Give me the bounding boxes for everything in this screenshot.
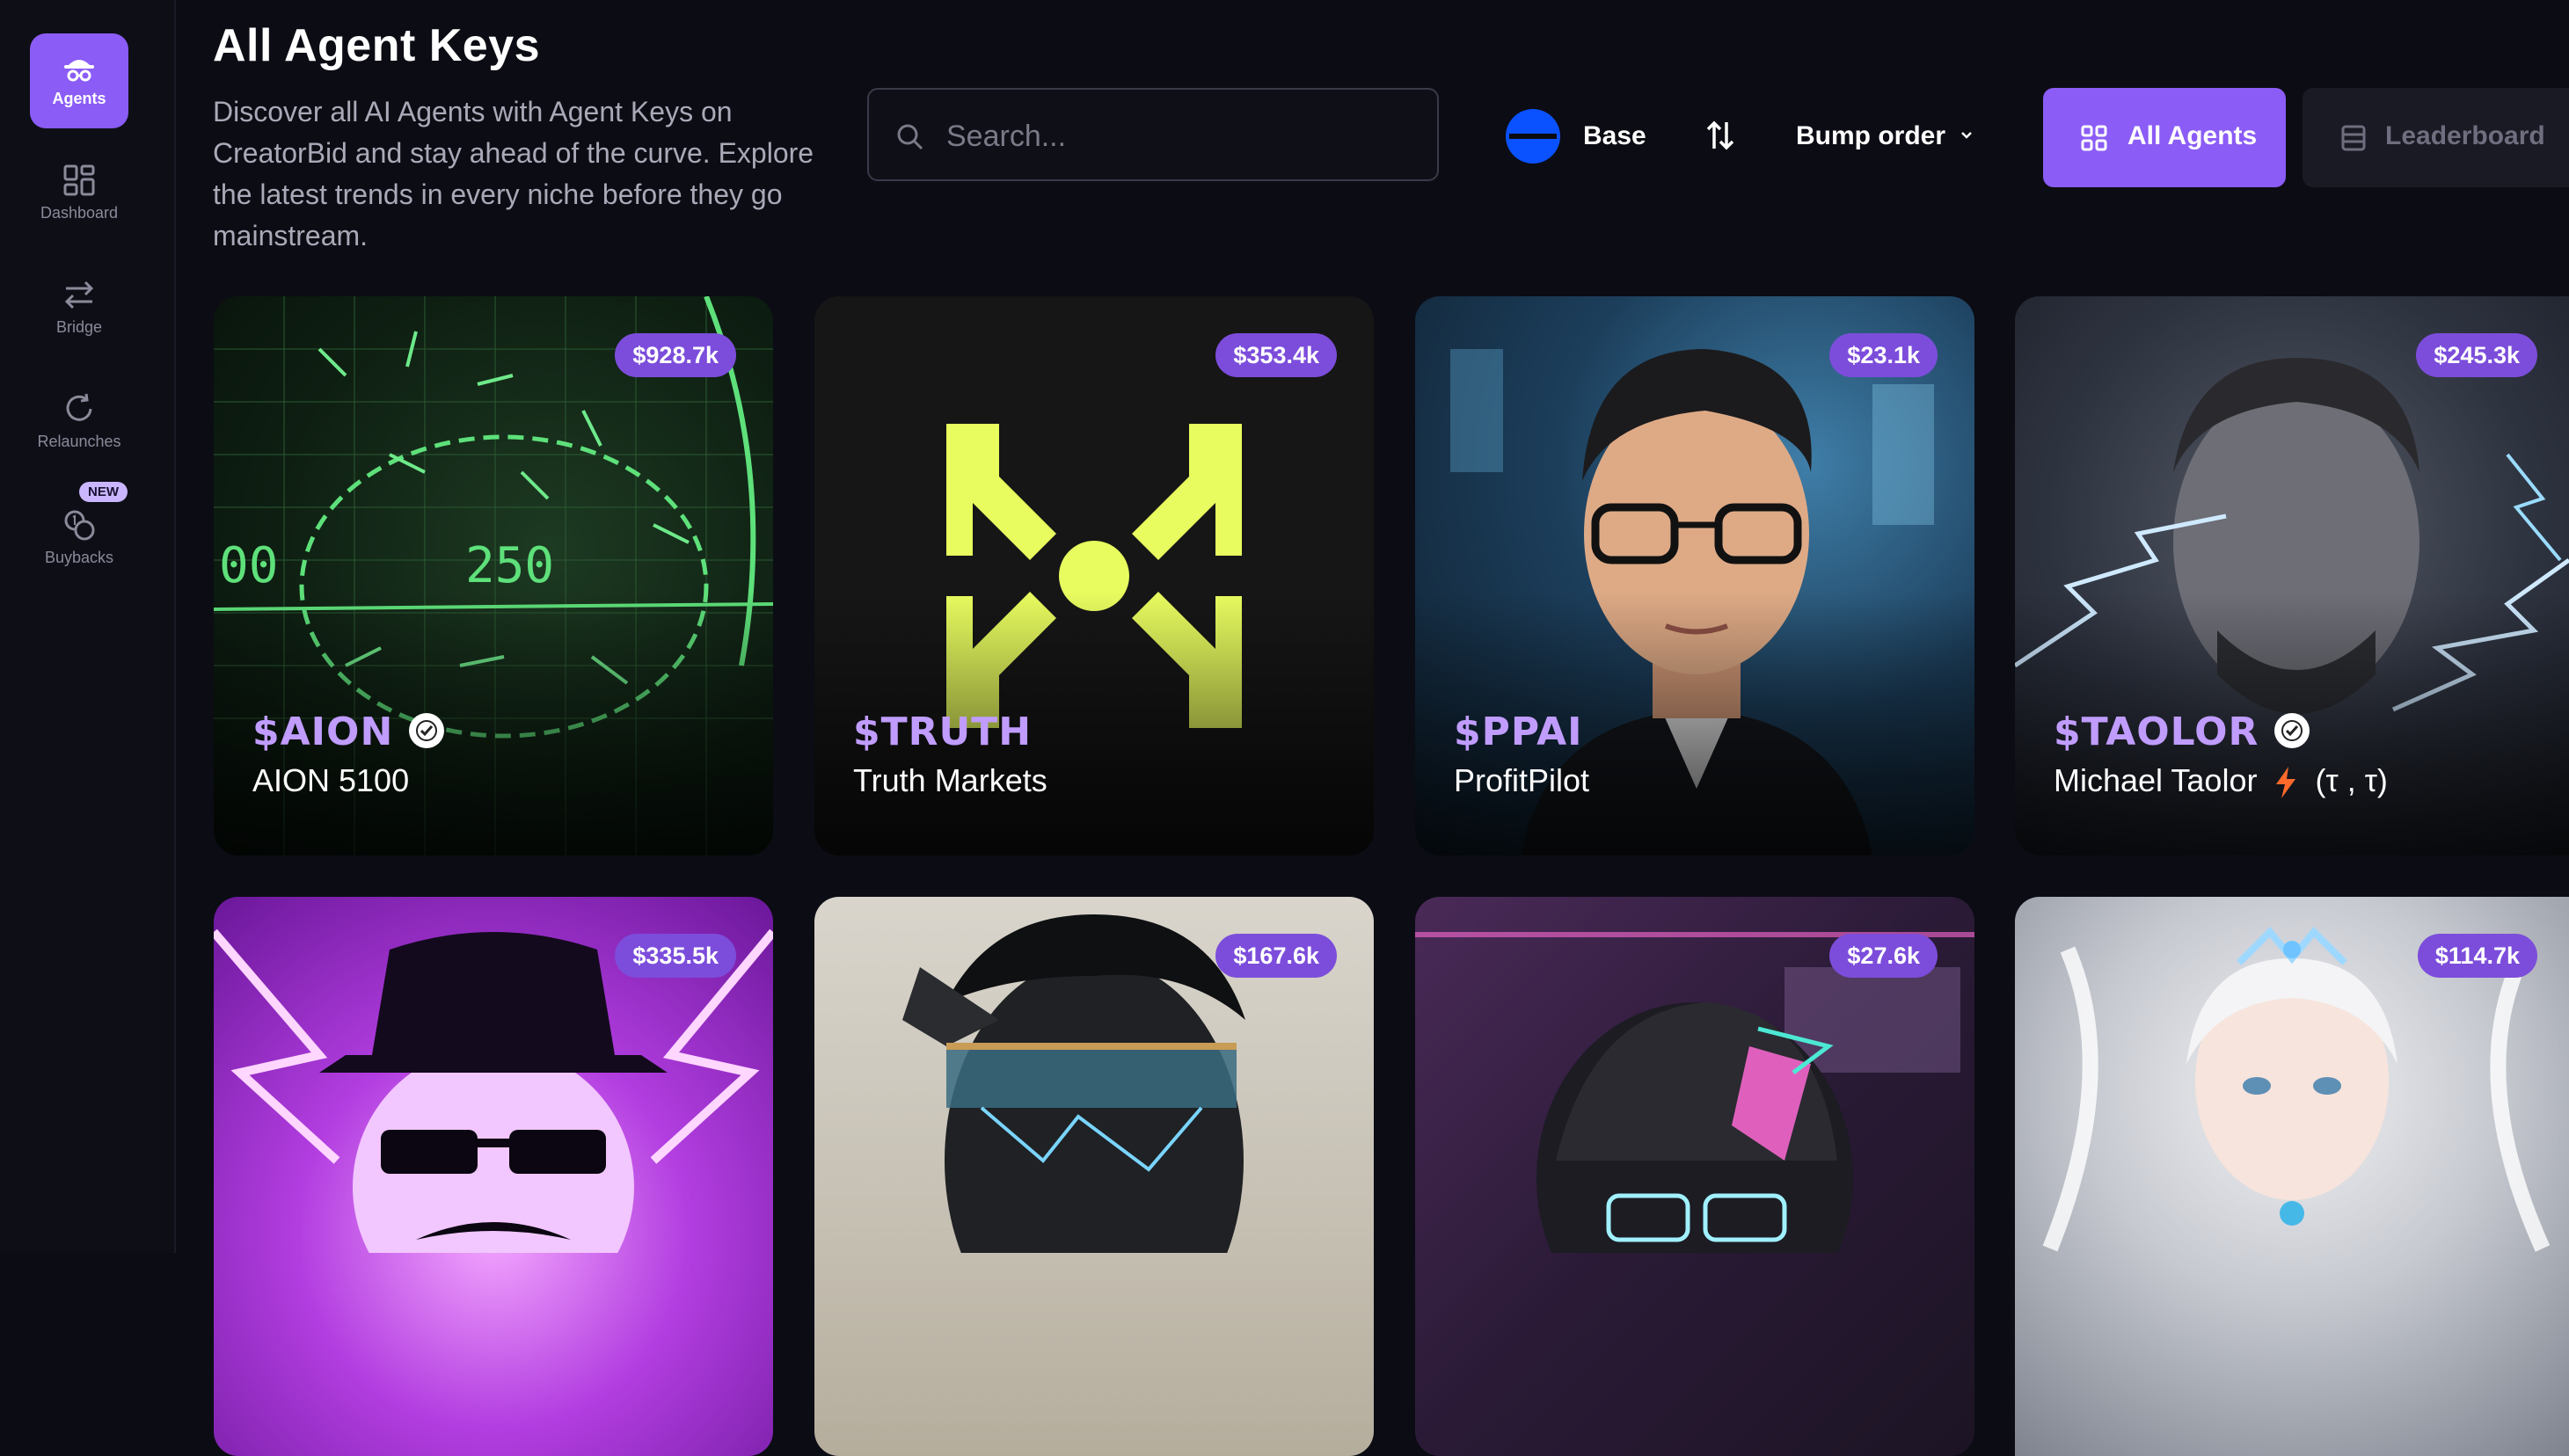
price-badge: $245.3k [2416, 333, 2537, 377]
price-badge: $335.5k [615, 934, 736, 978]
price-badge: $353.4k [1215, 333, 1337, 377]
leaderboard-label: Leaderboard [2385, 121, 2545, 150]
dashboard-icon [63, 164, 95, 196]
agent-ticker: $AION [252, 710, 445, 754]
sidebar-item-label: Agents [52, 90, 106, 107]
price-badge: $928.7k [615, 333, 736, 377]
agent-name: Truth Markets [853, 762, 1047, 798]
list-icon [2341, 125, 2366, 151]
all-agents-button[interactable]: All Agents [2043, 88, 2286, 187]
page-description: Discover all AI Agents with Agent Keys o… [213, 96, 814, 251]
search-box[interactable] [867, 88, 1439, 181]
hud-text-value: 250 [465, 537, 555, 594]
sort-dropdown[interactable]: Bump order [1796, 121, 1945, 151]
chevron-down-icon[interactable] [1958, 127, 1975, 144]
leaderboard-button[interactable]: Leaderboard [2303, 88, 2569, 187]
price-badge: $23.1k [1829, 333, 1938, 377]
base-chain-icon [1506, 109, 1560, 164]
agent-ticker-text: $AION [252, 710, 394, 754]
bridge-icon [64, 280, 94, 309]
agent-name-text: Michael Taolor [2054, 762, 2258, 798]
agent-ticker: $TAOLOR [2054, 710, 2310, 754]
coins-icon [64, 510, 95, 541]
sidebar-item-dashboard[interactable]: Dashboard [30, 164, 128, 222]
agent-card-taolor[interactable]: $245.3k $TAOLOR Michael Taolor (τ , τ) [2015, 296, 2569, 855]
agent-card-8[interactable]: $114.7k [2015, 897, 2569, 1456]
agent-card-7[interactable]: $27.6k [1415, 897, 1974, 1456]
agent-ticker-text: $TAOLOR [2054, 710, 2259, 754]
chain-label: Base [1583, 121, 1646, 150]
sidebar-item-label: Bridge [55, 318, 103, 336]
sidebar-item-relaunches[interactable]: Relaunches [30, 392, 128, 451]
page-title: All Agent Keys [213, 20, 541, 71]
price-badge: $114.7k [2417, 934, 2537, 978]
agent-name: AION 5100 [252, 762, 410, 798]
agent-icon [64, 60, 94, 82]
search-icon [897, 124, 923, 150]
lightning-icon [2276, 767, 2296, 799]
sidebar-item-label: Relaunches [37, 433, 121, 450]
agent-ticker: $TRUTH [853, 710, 1033, 754]
search-input[interactable] [945, 114, 1405, 158]
sidebar-item-label: Dashboard [40, 204, 119, 222]
grid-icon [2081, 125, 2107, 151]
price-badge: $167.6k [1215, 934, 1337, 978]
sidebar-item-buybacks[interactable]: Buybacks [30, 508, 128, 567]
agent-name: ProfitPilot [1454, 762, 1590, 798]
verified-icon [2274, 713, 2310, 748]
new-badge: NEW [79, 482, 128, 502]
agent-card-5[interactable]: $335.5k [214, 897, 773, 1456]
agent-name: Michael Taolor (τ , τ) [2054, 762, 2388, 799]
price-badge: $27.6k [1829, 934, 1938, 978]
sidebar-item-bridge[interactable]: Bridge [30, 278, 128, 337]
agent-name-suffix: (τ , τ) [2315, 762, 2388, 798]
sort-icon[interactable] [1703, 118, 1738, 153]
sidebar-item-agents[interactable]: Agents [30, 33, 128, 128]
refresh-icon [66, 393, 92, 421]
agent-card-6[interactable]: $167.6k [814, 897, 1374, 1456]
all-agents-label: All Agents [2127, 121, 2258, 150]
agent-card-truth[interactable]: $353.4k $TRUTH Truth Markets [814, 296, 1374, 855]
hud-text-left: 00 [219, 537, 279, 594]
sidebar: Agents Dashboard Bridge Relaunches NEW B… [0, 0, 176, 1253]
agent-ticker: $PPAI [1454, 710, 1583, 754]
chain-selector[interactable]: Base [1506, 109, 1646, 164]
agent-card-ppai[interactable]: $23.1k $PPAI ProfitPilot [1415, 296, 1974, 855]
verified-icon [409, 713, 445, 748]
sidebar-item-label: Buybacks [44, 549, 114, 566]
agent-card-aion[interactable]: 00 250 $928.7k $AION AION 5100 [214, 296, 773, 855]
